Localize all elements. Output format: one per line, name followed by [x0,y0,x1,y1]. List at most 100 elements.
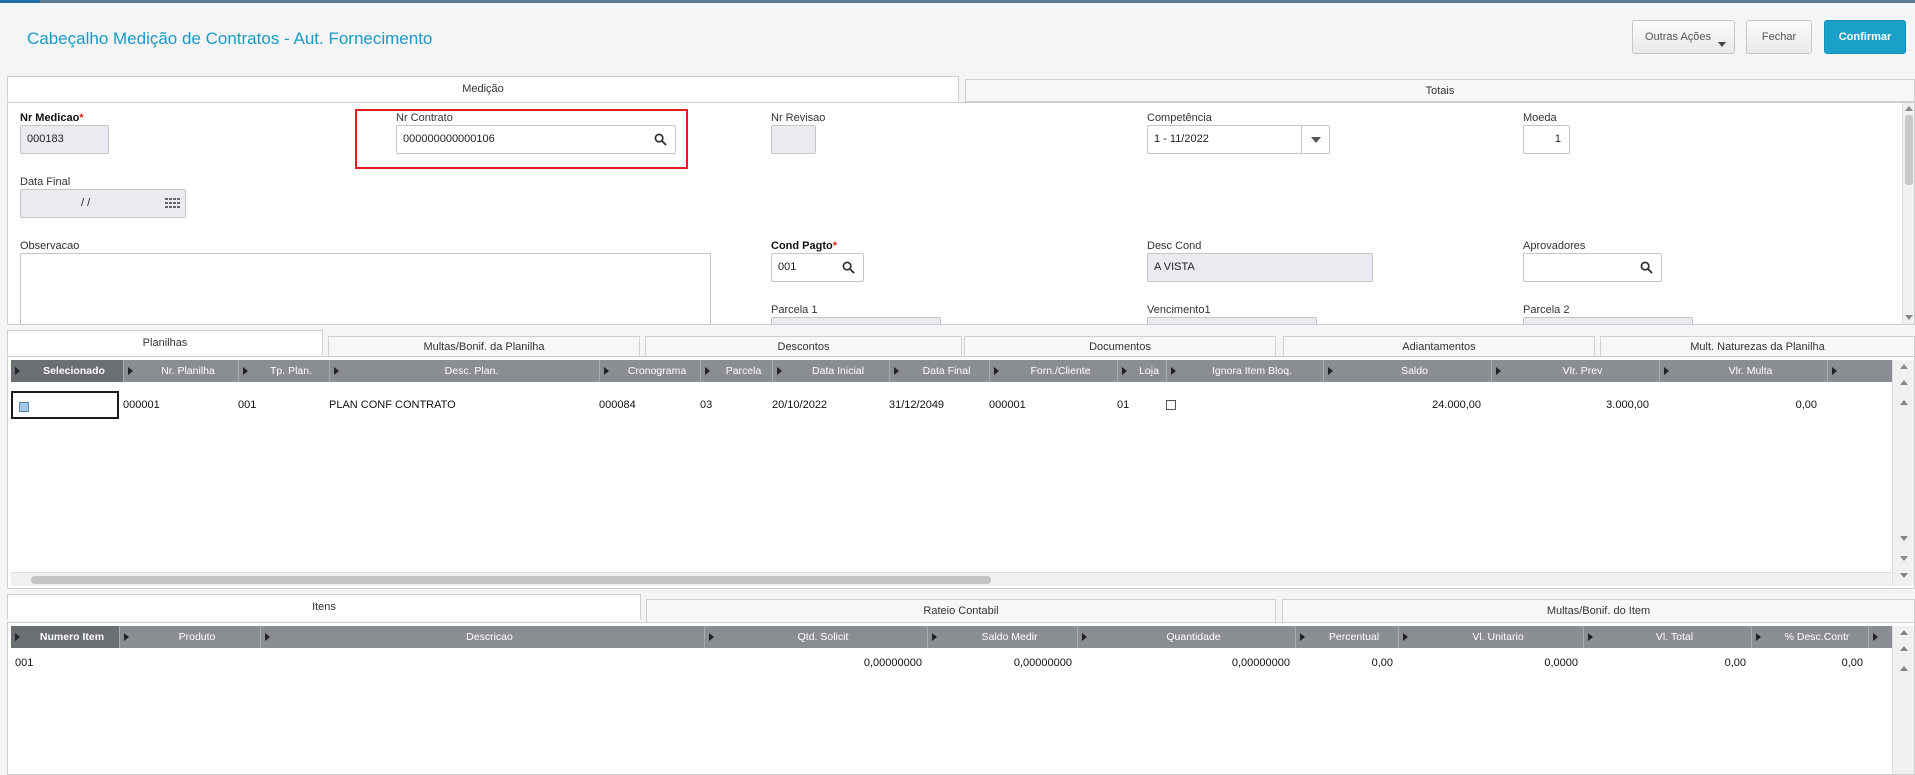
parcela1-field[interactable] [771,317,941,324]
tab-itens[interactable]: Itens [7,594,641,620]
parcela2-field[interactable] [1523,317,1693,324]
tab-planilhas[interactable]: Planilhas [7,330,323,356]
chevron-down-icon[interactable] [1301,126,1329,153]
observacao-label: Observacao [20,240,80,252]
col-numero-item[interactable]: Numero Item [11,626,120,648]
col-vlr-multa[interactable]: Vlr. Multa [1660,360,1828,382]
col-ignora-item[interactable]: Ignora Item Bloq. [1167,360,1324,382]
calendar-icon[interactable] [163,195,181,213]
tab-mult-naturezas[interactable]: Mult. Naturezas da Planilha [1600,336,1915,357]
col-vl-total[interactable]: Vl. Total [1584,626,1752,648]
search-icon[interactable] [1640,261,1653,274]
tab-multas-item[interactable]: Multas/Bonif. do Item [1282,599,1915,623]
scroll-line-up-icon[interactable] [1900,666,1908,671]
observacao-textarea[interactable] [20,253,711,324]
itens-grid-header: Numero Item Produto Descricao Qtd. Solic… [11,626,1893,648]
cond-pagto-label: Cond Pagto* [771,240,837,252]
col-cronograma[interactable]: Cronograma [600,360,701,382]
col-extra[interactable] [1828,360,1896,382]
vencimento1-field[interactable] [1147,317,1317,324]
scroll-line-down-icon[interactable] [1900,536,1908,541]
col-vl-unitario[interactable]: Vl. Unitario [1399,626,1584,648]
form-scroll-thumb[interactable] [1905,115,1913,185]
competencia-select[interactable]: 1 - 11/2022 [1147,125,1330,154]
tab-medicao[interactable]: Medição [7,76,959,102]
col-descricao[interactable]: Descricao [261,626,705,648]
nr-revisao-field[interactable] [771,125,816,154]
fechar-button[interactable]: Fechar [1746,20,1812,54]
itens-vertical-scrollbar[interactable] [1892,626,1914,774]
cell-forn-cliente: 000001 [989,399,1026,411]
col-data-inicial[interactable]: Data Inicial [773,360,890,382]
scroll-down-icon[interactable] [1900,573,1908,578]
planilhas-vertical-scrollbar[interactable] [1892,360,1914,586]
col-quantidade[interactable]: Quantidade [1078,626,1296,648]
col-extra[interactable] [1869,626,1893,648]
planilhas-grid: Selecionado Nr. Planilha Tp. Plan. Desc.… [7,356,1915,589]
data-final-field[interactable]: / / [20,189,186,218]
parcela1-label: Parcela 1 [771,304,818,316]
tab-documentos[interactable]: Documentos [964,336,1276,357]
cell-saldo: 24.000,00 [1432,399,1481,411]
col-vlr-prev[interactable]: Vlr. Prev [1492,360,1660,382]
tab-adiantamentos[interactable]: Adiantamentos [1283,336,1595,357]
selecionado-cell[interactable] [11,391,119,419]
col-tp-plan[interactable]: Tp. Plan. [239,360,330,382]
checkbox-icon[interactable] [1166,400,1176,411]
cell-loja: 01 [1117,399,1130,411]
planilhas-hscroll-thumb[interactable] [31,576,991,584]
tab-multas-planilha[interactable]: Multas/Bonif. da Planilha [328,336,640,357]
cell-vlr-multa: 0,00 [1795,399,1817,411]
cell-vl-unitario: 0,0000 [1544,657,1578,669]
col-loja[interactable]: Loja [1118,360,1167,382]
tab-descontos[interactable]: Descontos [645,336,962,357]
cond-pagto-value: 001 [778,261,797,273]
col-saldo-medir[interactable]: Saldo Medir [928,626,1078,648]
scroll-up-icon[interactable] [1900,364,1908,369]
col-qtd-solicit[interactable]: Qtd. Solicit [705,626,928,648]
col-nr-planilha[interactable]: Nr. Planilha [124,360,239,382]
form-vertical-scrollbar[interactable] [1902,103,1914,324]
cell-data-inicial: 20/10/2022 [772,399,828,411]
cell-saldo-medir: 0,00000000 [1013,657,1072,669]
cond-pagto-field[interactable]: 001 [771,253,864,282]
cell-desc-contr: 0,00 [1841,657,1863,669]
col-percentual[interactable]: Percentual [1296,626,1399,648]
data-final-label: Data Final [20,176,71,188]
nr-medicao-field[interactable]: 000183 [20,125,109,154]
col-data-final[interactable]: Data Final [890,360,990,382]
outras-acoes-button[interactable]: Outras Ações [1632,20,1735,54]
desc-cond-field[interactable]: A VISTA [1147,253,1373,282]
scroll-page-down-icon[interactable] [1900,556,1908,561]
col-forn-cliente[interactable]: Forn./Cliente [990,360,1118,382]
medicao-form-panel: Nr Medicao* 000183 Nr Contrato 000000000… [7,102,1915,325]
confirmar-button[interactable]: Confirmar [1824,20,1906,54]
scroll-line-up-icon[interactable] [1900,400,1908,405]
cell-nr-planilha: 000001 [123,399,160,411]
scroll-up-icon[interactable] [1900,630,1908,635]
col-saldo[interactable]: Saldo [1324,360,1492,382]
col-parcela[interactable]: Parcela [701,360,773,382]
chevron-down-icon [1718,42,1726,47]
scroll-page-up-icon[interactable] [1900,380,1908,385]
planilhas-horizontal-scrollbar[interactable] [11,572,1891,586]
tab-totais[interactable]: Totais [965,79,1915,102]
moeda-field[interactable]: 1 [1523,125,1570,154]
table-row[interactable]: 000001 001 PLAN CONF CONTRATO 000084 03 … [11,391,1823,419]
aprovadores-field[interactable] [1523,253,1662,282]
table-row[interactable]: 001 0,00000000 0,00000000 0,00000000 0,0… [11,649,1869,677]
tab-rateio-contabil[interactable]: Rateio Contabil [646,599,1276,623]
checkbox-icon[interactable] [19,402,29,413]
col-desc-plan[interactable]: Desc. Plan. [330,360,600,382]
competencia-label: Competência [1147,112,1212,124]
page-title: Cabeçalho Medição de Contratos - Aut. Fo… [27,29,433,48]
search-icon[interactable] [842,261,855,274]
cell-ignora-item[interactable] [1162,391,1319,419]
col-produto[interactable]: Produto [120,626,261,648]
col-selecionado[interactable]: Selecionado [11,360,124,382]
scroll-up-icon[interactable] [1905,106,1913,111]
scroll-down-icon[interactable] [1905,315,1913,320]
col-desc-contr[interactable]: % Desc.Contr [1752,626,1869,648]
scroll-page-up-icon[interactable] [1900,646,1908,651]
desc-cond-label: Desc Cond [1147,240,1202,252]
